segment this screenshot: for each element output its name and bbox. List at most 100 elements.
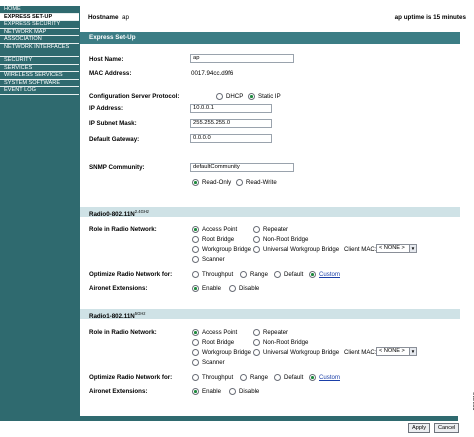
radio1-optimize-throughput-radio[interactable]	[192, 374, 199, 381]
hostname-label: Hostname	[88, 14, 119, 21]
radio1-optimize-default-radio[interactable]	[274, 374, 281, 381]
nav-item-home[interactable]: HOME	[0, 6, 79, 14]
radio0-role-non-root-bridge-label: Non-Root Bridge	[263, 236, 309, 243]
radio1-role-access-point-label: Access Point	[202, 329, 238, 336]
uptime-text: ap uptime is 15 minutes	[394, 14, 466, 21]
radio0-optimize-custom-link[interactable]: Custom	[319, 271, 340, 278]
radio1-role-universal-wgb-radio[interactable]	[253, 349, 260, 356]
nav-item-network-map[interactable]: NETWORK MAP	[0, 29, 79, 37]
read-only-radio[interactable]	[192, 179, 199, 186]
radio1-role-root-bridge-radio[interactable]	[192, 339, 199, 346]
radio1-role-universal-wgb-label: Universal Workgroup Bridge	[263, 349, 340, 356]
subnet-mask-input[interactable]: 255.255.255.0	[190, 119, 272, 128]
default-gateway-input[interactable]: 0.0.0.0	[190, 134, 272, 143]
radio0-role-workgroup-bridge-label: Workgroup Bridge	[202, 246, 251, 253]
radio1-optimize-custom-link[interactable]: Custom	[319, 374, 340, 381]
page-header: Hostname ap ap uptime is 15 minutes	[80, 6, 474, 28]
radio1-role-label: Role in Radio Network:	[89, 329, 157, 336]
nav-item-event-log[interactable]: EVENT LOG	[0, 87, 79, 95]
nav-item-association[interactable]: ASSOCIATION	[0, 36, 79, 44]
nav-item-system-software[interactable]: SYSTEM SOFTWARE	[0, 80, 79, 88]
radio0-role-workgroup-bridge-radio[interactable]	[192, 246, 199, 253]
radio1-aironet-label: Aironet Extensions:	[89, 388, 148, 395]
read-write-radio[interactable]	[236, 179, 243, 186]
radio0-aironet-disable-label: Disable	[239, 285, 260, 292]
radio1-role-non-root-bridge-radio[interactable]	[253, 339, 260, 346]
hostname-display: Hostname ap	[88, 14, 129, 21]
radio1-role-repeater-radio[interactable]	[253, 329, 260, 336]
radio0-optimize-range-radio[interactable]	[240, 271, 247, 278]
hostname-value: ap	[121, 14, 129, 21]
footer-bar	[0, 416, 458, 421]
radio0-role-universal-wgb-radio[interactable]	[253, 246, 260, 253]
static-ip-label: Static IP	[258, 93, 281, 100]
radio0-client-mac-value: < NONE >	[379, 245, 405, 251]
radio0-role-scanner-label: Scanner	[202, 256, 225, 263]
radio1-client-mac-select[interactable]: < NONE > ▼	[376, 347, 417, 356]
radio0-optimize-custom-radio[interactable]	[309, 271, 316, 278]
radio0-role-repeater-radio[interactable]	[253, 226, 260, 233]
radio0-title: Radio0-802.11N	[89, 211, 135, 219]
radio0-role-root-bridge-radio[interactable]	[192, 236, 199, 243]
nav-item-express-setup[interactable]: EXPRESS SET-UP	[0, 13, 79, 22]
read-write-label: Read-Write	[246, 179, 277, 186]
radio1-optimize-label: Optimize Radio Network for:	[89, 374, 173, 381]
radio0-aironet-disable-radio[interactable]	[229, 285, 236, 292]
radio1-role-scanner-label: Scanner	[202, 359, 225, 366]
nav-item-wireless-services[interactable]: WIRELESS SERVICES	[0, 72, 79, 80]
radio0-client-mac-select[interactable]: < NONE > ▼	[376, 244, 417, 253]
nav-item-express-security[interactable]: EXPRESS SECURITY	[0, 21, 79, 29]
radio1-optimize-custom-radio[interactable]	[309, 374, 316, 381]
radio1-client-mac-value: < NONE >	[379, 348, 405, 354]
radio0-optimize-throughput-radio[interactable]	[192, 271, 199, 278]
static-ip-radio[interactable]	[248, 93, 255, 100]
ip-address-input[interactable]: 10.0.0.1	[190, 104, 272, 113]
radio0-role-scanner-radio[interactable]	[192, 256, 199, 263]
radio0-role-access-point-label: Access Point	[202, 226, 238, 233]
radio0-aironet-enable-radio[interactable]	[192, 285, 199, 292]
host-name-input[interactable]: ap	[190, 54, 294, 63]
radio1-role-root-bridge-label: Root Bridge	[202, 339, 235, 346]
default-gateway-label: Default Gateway:	[89, 136, 140, 143]
radio0-optimize-throughput-label: Throughput	[202, 271, 234, 278]
radio0-role-access-point-radio[interactable]	[192, 226, 199, 233]
radio0-role-root-bridge-label: Root Bridge	[202, 236, 235, 243]
chevron-down-icon: ▼	[409, 245, 416, 252]
nav-item-security[interactable]: SECURITY	[0, 57, 79, 65]
radio0-client-mac-label: Client MAC:	[344, 246, 377, 253]
config-protocol-label: Configuration Server Protocol:	[89, 93, 180, 100]
read-only-label: Read-Only	[202, 179, 232, 186]
apply-button[interactable]: Apply	[408, 423, 430, 433]
dhcp-radio[interactable]	[216, 93, 223, 100]
radio0-role-label: Role in Radio Network:	[89, 226, 157, 233]
chevron-down-icon: ▼	[409, 348, 416, 355]
radio1-role-access-point-radio[interactable]	[192, 329, 199, 336]
radio0-aironet-label: Aironet Extensions:	[89, 285, 148, 292]
radio1-optimize-range-radio[interactable]	[240, 374, 247, 381]
cancel-button[interactable]: Cancel	[434, 423, 460, 433]
radio1-optimize-throughput-label: Throughput	[202, 374, 234, 381]
radio1-aironet-enable-label: Enable	[202, 388, 221, 395]
mac-address-label: MAC Address:	[89, 70, 132, 77]
radio1-title: Radio1-802.11N	[89, 313, 135, 321]
nav-item-services[interactable]: SERVICES	[0, 65, 79, 73]
radio1-aironet-disable-label: Disable	[239, 388, 260, 395]
radio0-role-repeater-label: Repeater	[263, 226, 289, 233]
page-title: Express Set-Up	[80, 32, 460, 44]
radio1-role-scanner-radio[interactable]	[192, 359, 199, 366]
ip-address-label: IP Address:	[89, 105, 124, 112]
radio1-aironet-disable-radio[interactable]	[229, 388, 236, 395]
nav-item-network-interfaces[interactable]: NETWORK INTERFACES	[0, 44, 79, 57]
radio0-optimize-default-radio[interactable]	[274, 271, 281, 278]
radio0-optimize-label: Optimize Radio Network for:	[89, 271, 173, 278]
radio1-aironet-enable-radio[interactable]	[192, 388, 199, 395]
host-name-label: Host Name:	[89, 56, 124, 63]
snmp-community-input[interactable]: defaultCommunity	[190, 163, 294, 172]
radio0-role-universal-wgb-label: Universal Workgroup Bridge	[263, 246, 340, 253]
radio1-role-workgroup-bridge-radio[interactable]	[192, 349, 199, 356]
radio0-role-non-root-bridge-radio[interactable]	[253, 236, 260, 243]
snmp-community-label: SNMP Community:	[89, 164, 145, 171]
radio1-client-mac-label: Client MAC:	[344, 349, 377, 356]
radio1-role-non-root-bridge-label: Non-Root Bridge	[263, 339, 309, 346]
main-content: Host Name: ap MAC Address: 0017.94cc.d9f…	[80, 44, 460, 416]
